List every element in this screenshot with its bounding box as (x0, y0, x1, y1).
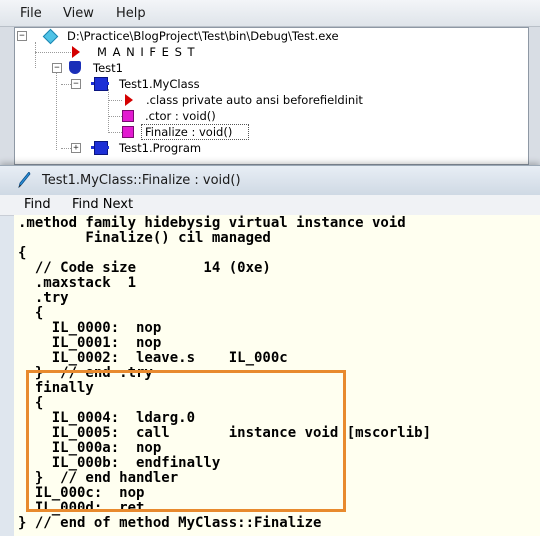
il-code-line: IL_000a: nop (18, 440, 162, 456)
tree-node-finalize[interactable]: Finalize : void() (15, 124, 525, 140)
menu-help[interactable]: Help (116, 6, 146, 21)
il-code-line: IL_000b: endfinally (18, 455, 221, 471)
declaration-icon (125, 94, 133, 106)
il-code-line: IL_0005: call instance void [mscorlib] (18, 425, 432, 441)
class-icon (91, 77, 108, 91)
disassembly-window: Test1.MyClass::Finalize : void() Find Fi… (0, 165, 540, 536)
il-code-view[interactable]: .method family hidebysig virtual instanc… (14, 215, 540, 536)
class-icon (91, 141, 108, 155)
il-code-line: IL_000d: ret (18, 500, 145, 516)
tree-label-root: D:\Practice\BlogProject\Test\bin\Debug\T… (67, 29, 339, 43)
collapse-icon[interactable]: − (52, 63, 62, 73)
window-titlebar[interactable]: Test1.MyClass::Finalize : void() (0, 166, 540, 195)
il-code-line: { (18, 245, 27, 261)
tree-node-root[interactable]: − D:\Practice\BlogProject\Test\bin\Debug… (15, 28, 525, 45)
il-code-line: } // end handler (18, 470, 179, 486)
collapse-icon[interactable]: − (71, 79, 81, 89)
tree-node-manifest[interactable]: M A N I F E S T (15, 44, 525, 60)
tree-node-program[interactable]: + Test1.Program (15, 140, 525, 156)
il-code-line: .method family hidebysig virtual instanc… (18, 215, 406, 231)
window-title: Test1.MyClass::Finalize : void() (42, 173, 241, 188)
il-code-line: IL_0004: ldarg.0 (18, 410, 196, 426)
tree-node-class[interactable]: − Test1.MyClass (15, 76, 525, 92)
manifest-icon (72, 46, 80, 58)
tree-node-namespace[interactable]: − Test1 (15, 60, 525, 76)
il-code-line: } // end .try (18, 365, 153, 381)
assembly-icon (42, 28, 59, 45)
il-code-line: // Code size 14 (0xe) (18, 260, 271, 276)
tree-node-class-declaration[interactable]: .class private auto ansi beforefieldinit (15, 92, 525, 108)
il-code-line: } // end of method MyClass::Finalize (18, 515, 322, 531)
tree-label-namespace: Test1 (93, 61, 123, 75)
il-code-line: Finalize() cil managed (18, 230, 271, 246)
collapse-icon[interactable]: − (17, 31, 27, 41)
tree-label-ctor: .ctor : void() (145, 109, 216, 123)
assembly-tree[interactable]: − D:\Practice\BlogProject\Test\bin\Debug… (14, 27, 529, 165)
il-code-line: { (18, 305, 44, 321)
il-code-line: IL_0001: nop (18, 335, 162, 351)
il-code-line: .try (18, 290, 69, 306)
main-menubar: File View Help (0, 0, 540, 27)
ildasm-main-window: File View Help − D:\Practice\BlogProject… (0, 0, 540, 170)
tree-label-class-declaration: .class private auto ansi beforefieldinit (146, 93, 363, 107)
selection-focus-rect (141, 124, 249, 140)
il-code-line: IL_0002: leave.s IL_000c (18, 350, 288, 366)
menu-view[interactable]: View (63, 6, 94, 21)
namespace-icon (69, 61, 81, 74)
il-code-line: .maxstack 1 (18, 275, 137, 291)
tree-label-class: Test1.MyClass (119, 77, 200, 91)
menu-find[interactable]: Find (24, 197, 51, 212)
il-code-line: finally (18, 380, 94, 396)
tree-label-manifest: M A N I F E S T (97, 45, 196, 59)
code-menubar: Find Find Next (0, 195, 540, 216)
il-code-line: IL_0000: nop (18, 320, 162, 336)
tree-node-ctor[interactable]: .ctor : void() (15, 108, 525, 124)
quill-icon (18, 172, 31, 188)
menu-find-next[interactable]: Find Next (72, 197, 133, 212)
method-icon (122, 126, 134, 138)
tree-label-program: Test1.Program (119, 141, 202, 155)
il-code-line: { (18, 395, 44, 411)
menu-file[interactable]: File (20, 6, 42, 21)
expand-icon[interactable]: + (71, 143, 81, 153)
il-code-line: IL_000c: nop (18, 485, 145, 501)
method-icon (122, 110, 134, 122)
